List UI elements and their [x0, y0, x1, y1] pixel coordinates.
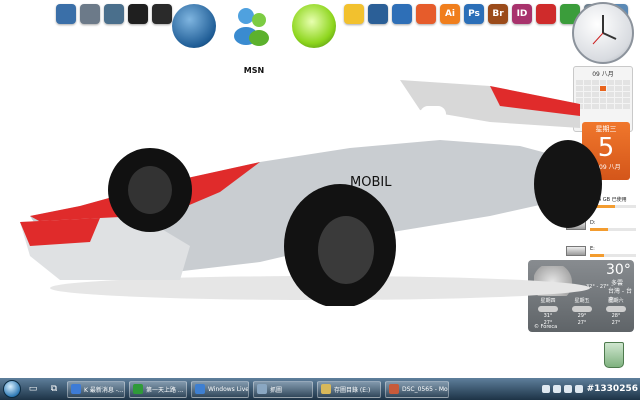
- taskbar-button[interactable]: K 最新消息 -...: [67, 380, 125, 398]
- bridge-icon[interactable]: Br: [488, 4, 508, 24]
- task-label: Windows Live...: [208, 385, 249, 393]
- calendar-day-cell[interactable]: [623, 92, 630, 97]
- tray-security-icon[interactable]: [574, 385, 583, 393]
- illustrator-icon[interactable]: Ai: [440, 4, 460, 24]
- task-app-icon: [71, 384, 81, 394]
- taskbar-button[interactable]: 存圖目錄 (E:): [317, 380, 381, 398]
- task-app-icon: [133, 384, 143, 394]
- image-id-tag: #1330256: [586, 384, 638, 394]
- forecast-lo: 27°: [577, 320, 587, 326]
- clock-gadget[interactable]: [572, 2, 634, 64]
- taskbar-button[interactable]: 抓圖: [253, 380, 313, 398]
- stack-icon[interactable]: [152, 4, 172, 24]
- photoshop-icon[interactable]: Ps: [464, 4, 484, 24]
- calendar-day-cell[interactable]: [623, 104, 630, 109]
- task-label: DSC_0565 - Mo...: [402, 385, 449, 393]
- recycle-bin-icon[interactable]: [604, 342, 624, 368]
- desktop: MSN AiPsBrID 09 八月 星期三 5 2009 八月 C:14.4 …: [0, 0, 640, 378]
- switch-windows-icon[interactable]: ⧉: [46, 381, 62, 397]
- task-app-icon: [389, 384, 399, 394]
- forecast-hi: 29°: [577, 313, 587, 319]
- weather-brand: © Foreca: [534, 324, 558, 330]
- forecast-hi: 28°: [611, 313, 621, 319]
- task-label: 第一天上路 ...: [146, 386, 184, 394]
- task-app-icon: [321, 384, 331, 394]
- taskbar-button[interactable]: DSC_0565 - Mo...: [385, 380, 449, 398]
- calendar-day-cell[interactable]: [623, 98, 630, 103]
- magnifier-icon[interactable]: [128, 4, 148, 24]
- film-icon[interactable]: [368, 4, 388, 24]
- task-app-icon: [195, 384, 205, 394]
- svg-text:MOBIL: MOBIL: [350, 175, 392, 190]
- start-button[interactable]: [3, 380, 21, 398]
- task-list: K 最新消息 -... 第一天上路 ... Windows Live... 抓圖 存圖目…: [67, 380, 453, 398]
- acrobat-icon[interactable]: [536, 4, 556, 24]
- globe-check-icon[interactable]: [172, 4, 216, 48]
- forecast-lo: 27°: [611, 320, 621, 326]
- windows-orb-icon[interactable]: [56, 4, 76, 24]
- system-tray: #1330256: [539, 384, 640, 394]
- limewire-icon[interactable]: [292, 4, 336, 48]
- msn-messenger-icon[interactable]: [232, 4, 272, 48]
- calculator-icon[interactable]: [104, 4, 124, 24]
- task-label: 存圖目錄 (E:): [334, 386, 371, 394]
- calendar-day-cell[interactable]: [623, 80, 630, 85]
- indesign-icon[interactable]: ID: [512, 4, 532, 24]
- grid-app-icon[interactable]: [416, 4, 436, 24]
- forecast-hi: 31°: [543, 313, 553, 319]
- tray-app-icon[interactable]: [563, 385, 572, 393]
- forecast-cloud-icon: [538, 306, 558, 312]
- task-app-icon: [257, 384, 267, 394]
- show-desktop-icon[interactable]: ▭: [25, 381, 41, 397]
- play-icon[interactable]: [392, 4, 412, 24]
- forecast-cloud-icon: [572, 306, 592, 312]
- taskbar-button[interactable]: 第一天上路 ...: [129, 380, 187, 398]
- media-player-icon[interactable]: [344, 4, 364, 24]
- forecast-cloud-icon: [606, 306, 626, 312]
- tools-icon[interactable]: [80, 4, 100, 24]
- clock-hands-icon: [592, 15, 617, 45]
- calendar-day-cell[interactable]: [623, 86, 630, 91]
- tray-network-icon[interactable]: [541, 385, 550, 393]
- top-dock: [56, 0, 176, 28]
- task-label: K 最新消息 -...: [84, 386, 124, 394]
- task-label: 抓圖: [270, 386, 283, 394]
- taskbar-button[interactable]: Windows Live...: [191, 380, 249, 398]
- tray-volume-icon[interactable]: [552, 385, 561, 393]
- f1-car-wallpaper: MOBIL: [20, 80, 602, 306]
- taskbar: ▭ ⧉ K 最新消息 -... 第一天上路 ... Windows Live... 抓…: [0, 378, 640, 400]
